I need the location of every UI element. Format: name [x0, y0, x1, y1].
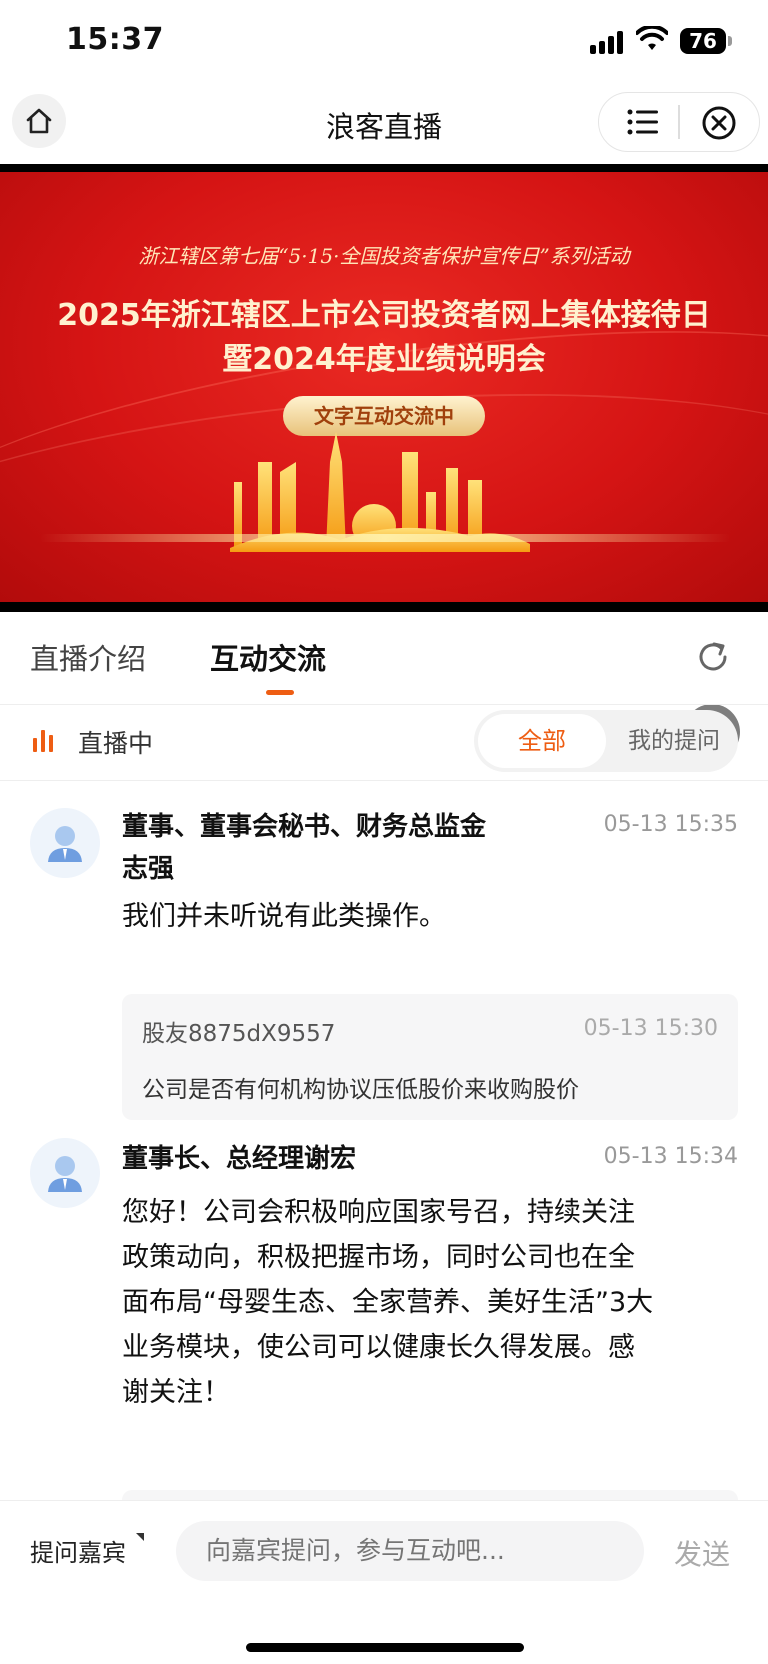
answer-line: 业务模块，使公司可以健康长久得发展。感 — [122, 1332, 635, 1363]
live-status-label: 直播中 — [78, 729, 154, 758]
live-video-player[interactable]: 浙江辖区第七届“5·15·全国投资者保护宣传日”系列活动 2025年浙江辖区上市… — [0, 164, 768, 760]
menu-icon[interactable] — [627, 108, 659, 136]
send-button[interactable]: 发送 — [674, 1533, 730, 1573]
battery-indicator: 76 — [680, 28, 732, 54]
banner-glow-line — [40, 534, 730, 542]
qa-feed[interactable]: 董事、董事会秘书、财务总监金 志强 05-13 15:35 我们并未听说有此类操… — [0, 780, 768, 1500]
bottom-input-bar: 提问嘉宾 发送 — [0, 1500, 768, 1664]
close-icon[interactable] — [701, 105, 737, 141]
status-time: 15:37 — [66, 22, 164, 57]
answer-time: 05-13 15:35 — [603, 812, 738, 837]
event-banner: 浙江辖区第七届“5·15·全国投资者保护宣传日”系列活动 2025年浙江辖区上市… — [0, 172, 768, 602]
cellular-signal-icon — [590, 30, 626, 54]
answer-text: 我们并未听说有此类操作。 — [122, 901, 446, 932]
original-question-card[interactable]: 股友8875dX9557 05-13 15:30 公司是否有何机构协议压低股价来… — [122, 994, 738, 1120]
question-text: 公司是否有何机构协议压低股价来收购股价 — [142, 1077, 579, 1103]
nav-bar: 浪客直播 — [0, 82, 768, 164]
answerer-name: 董事、董事会秘书、财务总监金 — [122, 812, 487, 842]
tab-bar: 直播介绍 互动交流 — [0, 612, 768, 705]
user-avatar-icon — [48, 826, 82, 862]
banner-title-line2: 暨2024年度业绩说明会 — [222, 342, 546, 377]
qa-item: 董事、董事会秘书、财务总监金 志强 05-13 15:35 我们并未听说有此类操… — [0, 780, 768, 1120]
answer-line: 面布局“母婴生态、全家营养、美好生活”3大 — [122, 1287, 654, 1318]
qa-item: 董事长、总经理谢宏 05-13 15:34 您好！公司会积极响应国家号召，持续关… — [0, 1118, 768, 1500]
banner-title-line1: 2025年浙江辖区上市公司投资者网上集体接待日 — [57, 298, 711, 333]
wifi-icon — [636, 26, 668, 50]
answerer-name: 董事长、总经理谢宏 — [122, 1144, 357, 1174]
ask-guest-selector[interactable]: 提问嘉宾 — [30, 1533, 126, 1568]
question-user: 股友8875dX9557 — [142, 1021, 336, 1047]
home-indicator — [246, 1643, 524, 1652]
active-tab-indicator — [266, 690, 294, 695]
tab-interaction[interactable]: 互动交流 — [210, 636, 326, 678]
filter-my-questions-button[interactable]: 我的提问 — [610, 714, 738, 768]
answerer-name-continued: 志强 — [122, 854, 175, 884]
city-skyline-graphic — [230, 432, 530, 552]
avatar — [30, 1138, 100, 1208]
refresh-icon[interactable] — [694, 638, 732, 676]
question-filter-toggle: 全部 我的提问 — [474, 710, 738, 772]
answer-time: 05-13 15:34 — [603, 1144, 738, 1169]
capsule-divider — [678, 105, 680, 139]
filter-bar: 直播中 全部 我的提问 — [0, 704, 768, 781]
question-time: 05-13 15:30 — [583, 1016, 718, 1041]
banner-subtitle: 浙江辖区第七届“5·15·全国投资者保护宣传日”系列活动 — [138, 244, 630, 268]
answer-text: 您好！公司会积极响应国家号召，持续关注 政策动向，积极把握市场，同时公司也在全 … — [122, 1190, 722, 1415]
live-bars-icon — [33, 730, 53, 752]
answer-line: 您好！公司会积极响应国家号召，持续关注 — [122, 1197, 635, 1228]
user-avatar-icon — [48, 1156, 82, 1192]
dropdown-corner-icon — [136, 1533, 144, 1541]
answer-line: 政策动向，积极把握市场，同时公司也在全 — [122, 1242, 635, 1273]
filter-all-button[interactable]: 全部 — [478, 714, 606, 768]
mini-program-capsule — [598, 92, 760, 152]
status-bar: 15:37 76 — [0, 0, 768, 82]
answer-line: 谢关注！ — [122, 1377, 230, 1408]
question-input[interactable] — [176, 1521, 644, 1581]
tab-live-intro[interactable]: 直播介绍 — [30, 636, 146, 678]
original-question-card[interactable] — [122, 1490, 738, 1500]
avatar — [30, 808, 100, 878]
